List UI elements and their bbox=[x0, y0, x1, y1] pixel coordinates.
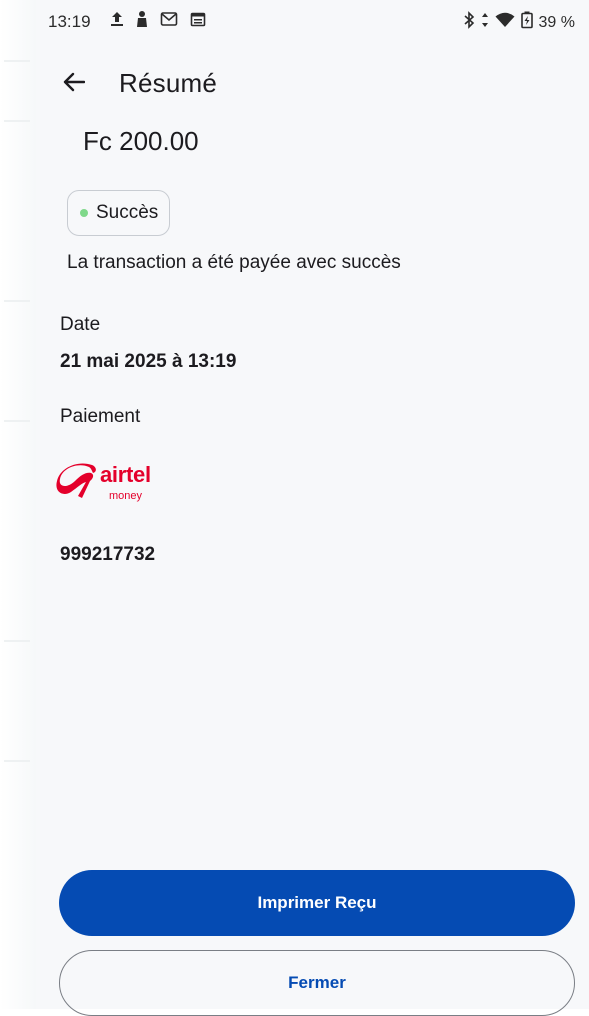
data-arrows-icon bbox=[481, 12, 489, 33]
background-edge bbox=[0, 0, 36, 1009]
person-icon bbox=[136, 10, 148, 33]
status-badge: Succès bbox=[67, 190, 171, 236]
airtel-subtitle: money bbox=[109, 490, 143, 502]
payment-label: Paiement bbox=[60, 406, 141, 427]
status-bar: 13:19 39 % bbox=[36, 0, 589, 44]
back-button[interactable] bbox=[58, 68, 90, 100]
print-receipt-button[interactable]: Imprimer Reçu bbox=[59, 870, 575, 936]
system-status-icons: 39 % bbox=[463, 11, 575, 34]
background-artifact bbox=[4, 640, 30, 642]
background-artifact bbox=[4, 420, 30, 422]
app-bar: Résumé bbox=[36, 56, 589, 112]
upload-icon bbox=[110, 10, 124, 33]
status-message: La transaction a été payée avec succès bbox=[67, 252, 401, 273]
transaction-amount: Fc 200.00 bbox=[83, 126, 199, 156]
close-button[interactable]: Fermer bbox=[59, 950, 575, 1016]
status-time: 13:19 bbox=[48, 12, 91, 31]
success-dot-icon bbox=[80, 209, 88, 217]
background-artifact bbox=[4, 120, 30, 122]
notification-icons bbox=[110, 10, 206, 33]
calendar-icon bbox=[190, 11, 206, 32]
airtel-wordmark: airtel bbox=[100, 462, 151, 487]
background-artifact bbox=[4, 300, 30, 302]
account-number: 999217732 bbox=[60, 544, 156, 565]
arrow-left-icon bbox=[63, 72, 86, 97]
page-title: Résumé bbox=[119, 68, 218, 98]
battery-icon bbox=[520, 11, 533, 34]
airtel-money-logo: airtel money bbox=[56, 460, 166, 512]
background-artifact bbox=[4, 760, 30, 762]
gmail-icon bbox=[160, 11, 178, 32]
summary-screen: 13:19 39 % Résumé Fc 200.00 Succès La tr… bbox=[36, 0, 589, 1016]
wifi-icon bbox=[495, 12, 515, 33]
date-value: 21 mai 2025 à 13:19 bbox=[60, 351, 237, 372]
date-label: Date bbox=[60, 314, 101, 335]
battery-percentage: 39 % bbox=[538, 13, 575, 31]
background-artifact bbox=[4, 60, 30, 62]
status-badge-label: Succès bbox=[96, 202, 159, 223]
bluetooth-icon bbox=[463, 11, 475, 34]
airtel-swoosh-icon bbox=[56, 463, 96, 498]
